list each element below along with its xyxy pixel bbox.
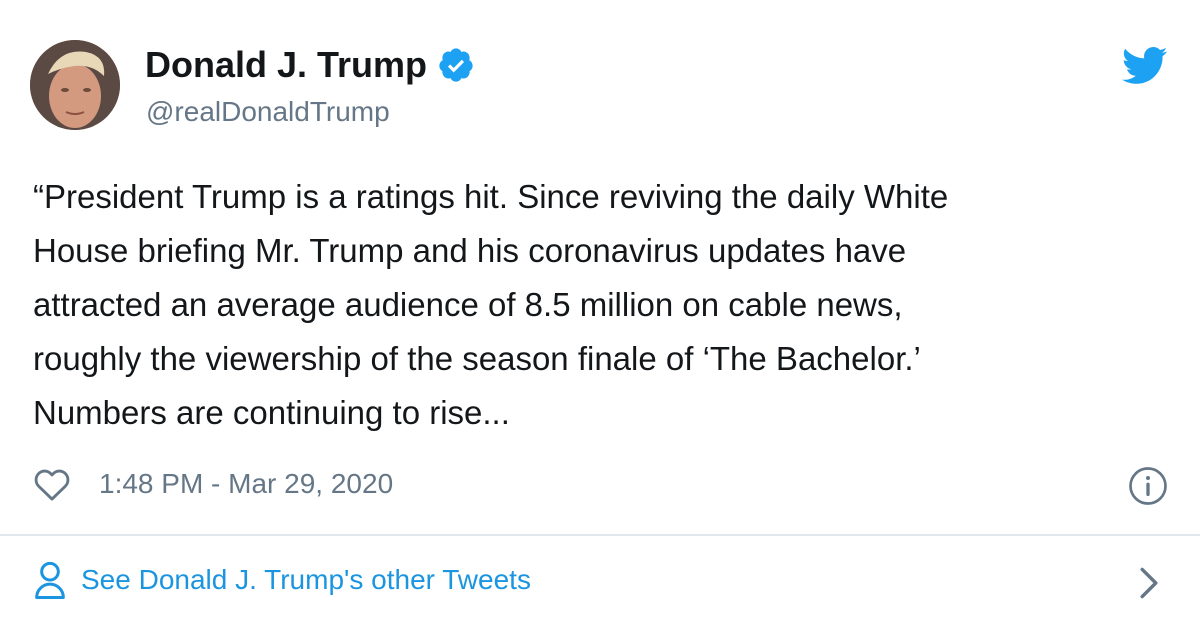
- heart-icon[interactable]: [33, 466, 71, 502]
- tweet-text: “President Trump is a ratings hit. Since…: [33, 178, 949, 431]
- author-handle[interactable]: @realDonaldTrump: [146, 96, 390, 128]
- tweet-timestamp[interactable]: 1:48 PM - Mar 29, 2020: [99, 468, 393, 500]
- author-name-row: Donald J. Trump: [145, 46, 475, 84]
- avatar[interactable]: [30, 40, 120, 130]
- info-icon[interactable]: [1128, 466, 1168, 506]
- verified-badge-icon: [439, 48, 473, 82]
- divider: [0, 534, 1200, 536]
- tweet-meta: 1:48 PM - Mar 29, 2020: [33, 466, 393, 502]
- author-name[interactable]: Donald J. Trump: [145, 47, 427, 83]
- see-other-tweets-label[interactable]: See Donald J. Trump's other Tweets: [81, 564, 531, 596]
- chevron-right-icon[interactable]: [1138, 566, 1160, 600]
- twitter-bird-icon[interactable]: [1122, 46, 1168, 86]
- person-icon: [35, 561, 65, 599]
- see-other-tweets-link[interactable]: See Donald J. Trump's other Tweets: [33, 560, 531, 600]
